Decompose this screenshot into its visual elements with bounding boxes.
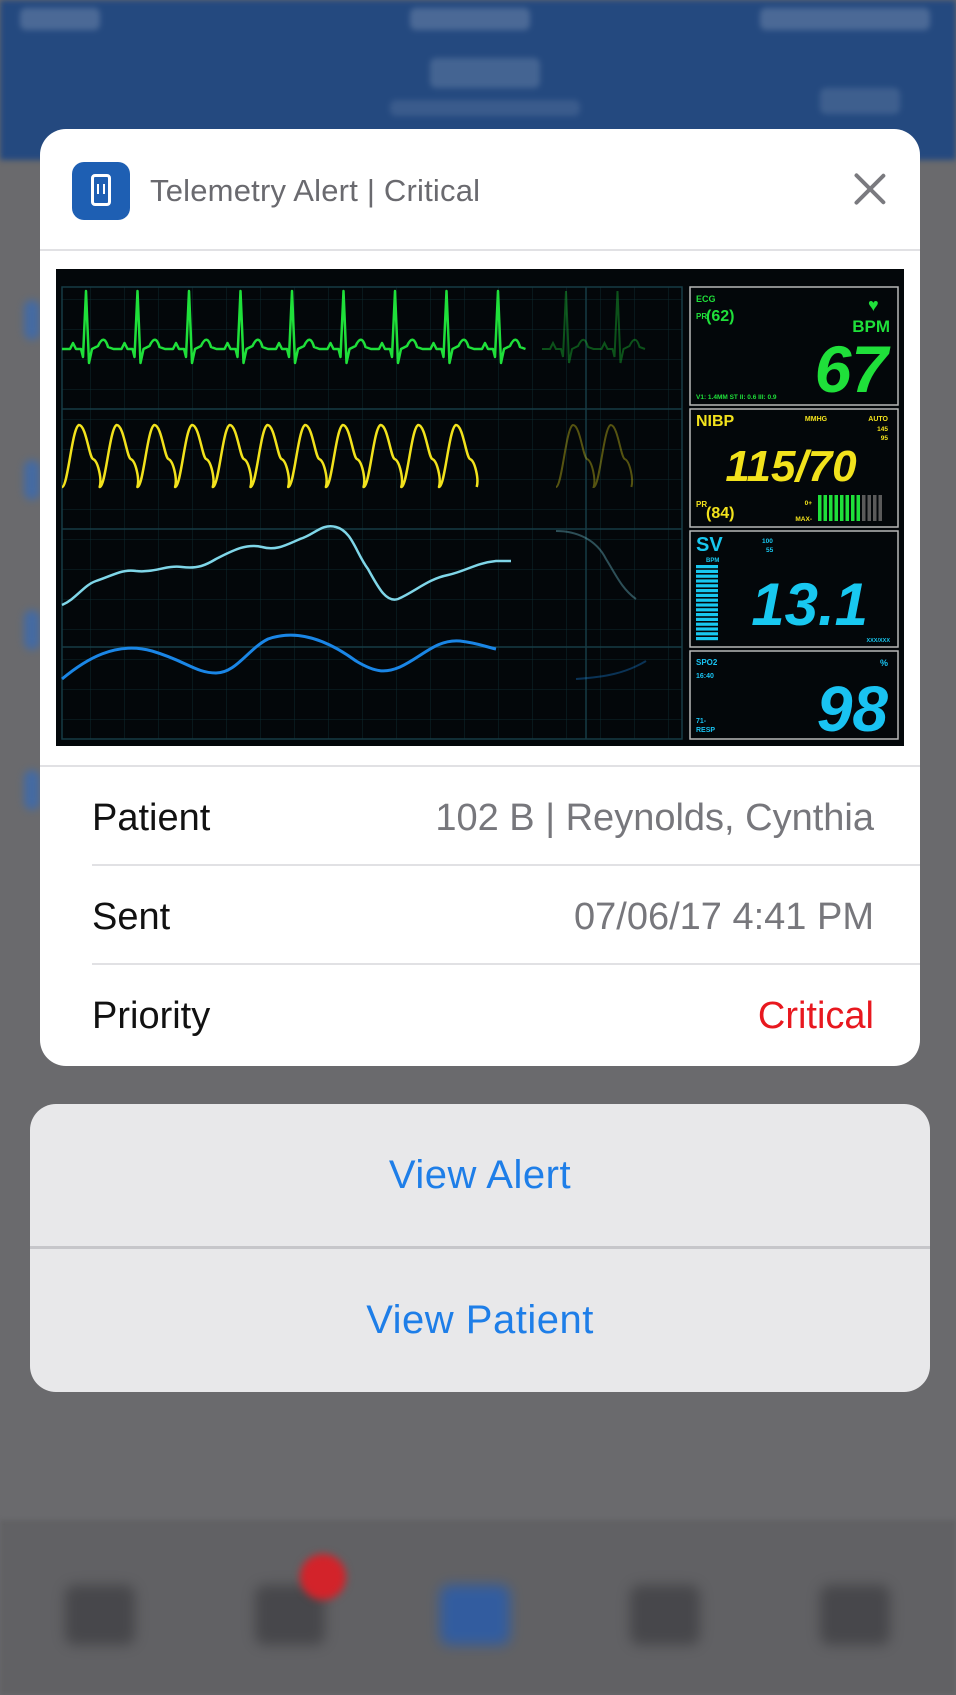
notification-title: Telemetry Alert | Critical <box>150 173 481 208</box>
nibp-pr-value: (84) <box>706 505 734 522</box>
spo2-time: 16:40 <box>696 673 714 680</box>
nibp-side-bottom: 95 <box>881 435 889 442</box>
telemetry-monitor-image: ECG PR (62) ♥ BPM 67 V1: 1.4MM ST II: 0.… <box>56 269 904 746</box>
sv-bar-segment <box>696 637 718 641</box>
sv-bar-segment <box>696 613 718 617</box>
resp-value: 71- <box>696 718 707 725</box>
spo2-unit: % <box>880 658 888 668</box>
sv-bar-segment <box>696 627 718 631</box>
sv-bar-segment <box>696 598 718 602</box>
ecg-label: ECG <box>696 294 716 304</box>
detail-row-patient: Patient 102 B | Reynolds, Cynthia <box>92 767 920 866</box>
sv-bar-segment <box>696 617 718 621</box>
nibp-bar <box>840 495 844 521</box>
sv-bar-segment <box>696 574 718 578</box>
action-sheet: View Alert View Patient <box>30 1104 930 1392</box>
background-status-bar <box>20 8 936 38</box>
notification-card: Telemetry Alert | Critical ECG PR (62) ♥… <box>40 129 920 1066</box>
sv-footer: XXX/XXX <box>866 638 890 644</box>
alert-details: Patient 102 B | Reynolds, Cynthia Sent 0… <box>40 765 920 1062</box>
close-icon[interactable] <box>850 169 890 209</box>
sv-value: 13.1 <box>751 571 868 638</box>
nibp-label: NIBP <box>696 413 735 430</box>
nibp-bar-label-max: MAX- <box>795 516 812 523</box>
nibp-bar <box>856 495 860 521</box>
nibp-side-top: 145 <box>877 426 888 433</box>
ecg-value: 67 <box>815 332 892 406</box>
sv-label: SV <box>696 534 723 556</box>
sv-bar-segment <box>696 608 718 612</box>
sv-bar-segment <box>696 569 718 573</box>
hospital-phone-icon <box>72 162 130 220</box>
sv-bar-segment <box>696 565 718 569</box>
sv-side-bottom: 55 <box>766 547 774 554</box>
sv-bar-segment <box>696 579 718 583</box>
nibp-bar <box>862 495 866 521</box>
detail-label: Patient <box>92 797 211 839</box>
background-tab-bar <box>0 1520 956 1695</box>
detail-label: Priority <box>92 995 211 1037</box>
detail-value: 07/06/17 4:41 PM <box>574 896 874 938</box>
detail-label: Sent <box>92 896 171 938</box>
nibp-bar <box>845 495 849 521</box>
notification-header: Telemetry Alert | Critical <box>40 129 920 251</box>
nibp-bar <box>873 495 877 521</box>
spo2-label: SPO2 <box>696 658 718 667</box>
resp-label: RESP <box>696 727 715 734</box>
nibp-mode: AUTO <box>868 416 888 423</box>
nibp-bar <box>867 495 871 521</box>
detail-value: 102 B | Reynolds, Cynthia <box>435 797 874 839</box>
sv-bar-segment <box>696 593 718 597</box>
heart-icon: ♥ <box>868 295 879 315</box>
nibp-bar <box>834 495 838 521</box>
sv-bar-segment <box>696 584 718 588</box>
sv-bar-segment <box>696 622 718 626</box>
nibp-bar <box>818 495 822 521</box>
ecg-pr-value: (62) <box>706 308 734 325</box>
nibp-bar-label-left: 0+ <box>805 500 813 507</box>
view-alert-button[interactable]: View Alert <box>30 1104 930 1249</box>
sv-side-top: 100 <box>762 538 773 545</box>
view-patient-button[interactable]: View Patient <box>30 1249 930 1391</box>
nibp-bar <box>851 495 855 521</box>
detail-row-sent: Sent 07/06/17 4:41 PM <box>92 866 920 965</box>
nibp-bar <box>823 495 827 521</box>
nibp-bar <box>878 495 882 521</box>
spo2-value: 98 <box>817 673 889 745</box>
ecg-footer: V1: 1.4MM ST II: 0.6 III: 0.9 <box>696 394 777 401</box>
detail-row-priority: Priority Critical <box>92 965 920 1062</box>
nibp-bar <box>829 495 833 521</box>
sv-sub: BPM <box>706 558 719 564</box>
sv-bar-segment <box>696 603 718 607</box>
nibp-value: 115/70 <box>725 442 857 491</box>
sv-bar-segment <box>696 632 718 636</box>
nibp-unit: MMHG <box>805 416 828 423</box>
priority-value: Critical <box>757 995 874 1037</box>
sv-bar-segment <box>696 589 718 593</box>
